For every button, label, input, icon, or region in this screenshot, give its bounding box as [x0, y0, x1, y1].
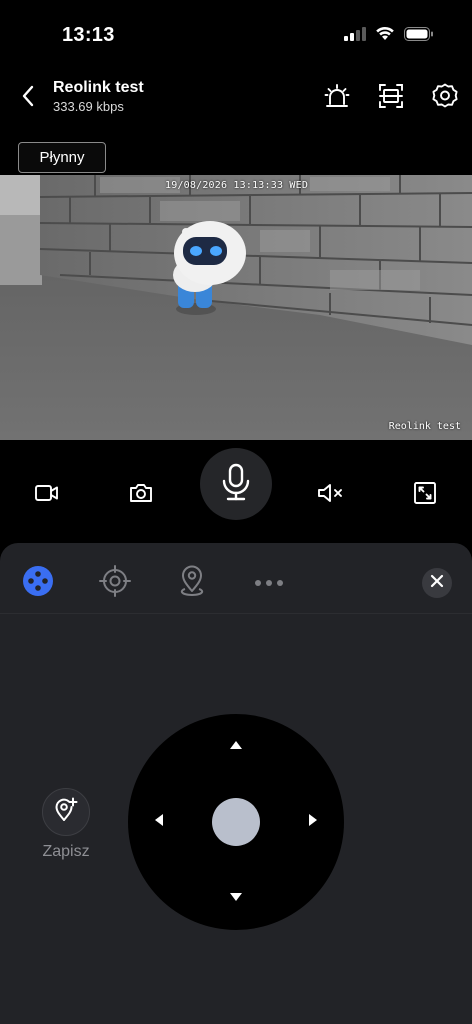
record-video-button[interactable] — [27, 475, 67, 515]
snapshot-icon — [128, 482, 154, 509]
speaker-muted-icon — [316, 482, 344, 509]
back-button[interactable] — [14, 82, 42, 114]
stream-quality-button[interactable]: Płynny — [18, 142, 106, 173]
more-icon — [253, 574, 285, 592]
scan-button[interactable] — [375, 82, 407, 114]
arrow-down-icon — [229, 889, 243, 907]
pan-down-button[interactable] — [226, 888, 246, 908]
gear-icon — [431, 82, 459, 115]
record-video-icon — [34, 482, 60, 509]
add-location-icon — [52, 796, 80, 829]
pan-right-button[interactable] — [303, 812, 323, 832]
camera-title: Reolink test — [53, 79, 144, 96]
bitrate-label: 333.69 kbps — [53, 99, 124, 114]
ptz-joystick-icon — [22, 565, 54, 602]
save-preset-label: Zapisz — [42, 843, 90, 860]
tab-preset-target[interactable] — [97, 564, 133, 603]
map-pin-icon — [177, 564, 207, 603]
siren-icon — [323, 82, 351, 115]
arrow-left-icon — [154, 813, 164, 832]
talk-button[interactable] — [200, 448, 272, 520]
pan-left-button[interactable] — [149, 812, 169, 832]
arrow-up-icon — [229, 737, 243, 755]
status-icons — [344, 26, 434, 46]
status-bar: 13:13 — [0, 0, 472, 70]
arrow-right-icon — [308, 813, 318, 832]
camera-header: Reolink test 333.69 kbps — [0, 70, 472, 126]
live-video-feed[interactable]: 19/08/2026 13:13:33 WED Reolink test — [0, 175, 472, 440]
video-frame-image — [0, 175, 472, 440]
close-icon — [430, 574, 444, 593]
video-watermark: Reolink test — [388, 421, 461, 432]
pan-up-button[interactable] — [226, 736, 246, 756]
close-panel-button[interactable] — [422, 568, 452, 598]
save-preset: Zapisz — [40, 788, 92, 861]
tab-ptz-control[interactable] — [20, 565, 56, 601]
ptz-panel: Zapisz — [0, 543, 472, 1024]
ptz-panel-tabs — [0, 563, 472, 603]
stream-quality-label: Płynny — [39, 149, 85, 166]
snapshot-button[interactable] — [121, 475, 161, 515]
battery-icon — [404, 26, 434, 46]
ptz-joystick[interactable] — [128, 714, 344, 930]
tab-location[interactable] — [174, 565, 210, 601]
save-preset-button[interactable] — [42, 788, 90, 836]
fullscreen-icon — [413, 481, 437, 510]
mute-audio-button[interactable] — [310, 475, 350, 515]
status-time: 13:13 — [62, 24, 115, 46]
panel-divider — [0, 613, 472, 614]
fullscreen-button[interactable] — [405, 475, 445, 515]
siren-button[interactable] — [321, 82, 353, 114]
live-controls — [0, 446, 472, 542]
tab-more[interactable] — [251, 565, 287, 601]
video-timestamp: 19/08/2026 13:13:33 WED — [165, 180, 309, 191]
joystick-knob[interactable] — [212, 798, 260, 846]
back-icon — [21, 85, 35, 112]
crosshair-icon — [98, 564, 132, 603]
scan-icon — [377, 82, 405, 115]
settings-button[interactable] — [429, 82, 461, 114]
signal-icon — [344, 26, 366, 46]
microphone-icon — [219, 462, 253, 507]
wifi-icon — [375, 26, 395, 46]
